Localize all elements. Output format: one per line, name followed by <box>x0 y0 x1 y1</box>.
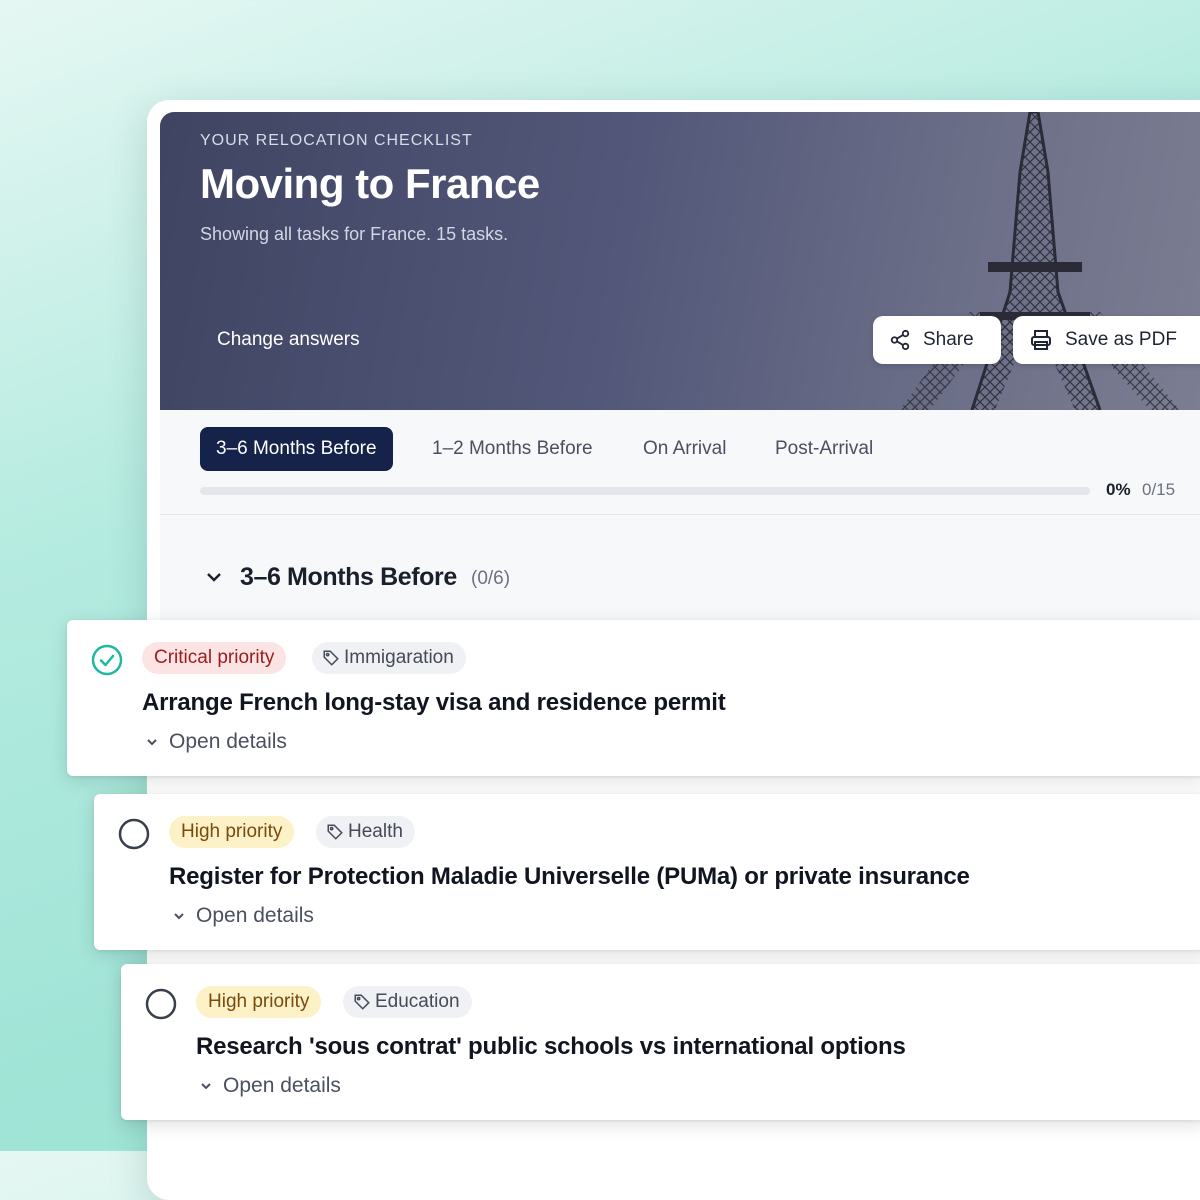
priority-badge: High priority <box>169 816 295 848</box>
chevron-down-icon <box>174 913 184 920</box>
open-details-button[interactable]: Open details <box>199 1074 341 1098</box>
progress-percent: 0% <box>1106 480 1131 499</box>
share-label: Share <box>923 329 974 350</box>
tab-3-6-months[interactable]: 3–6 Months Before <box>200 427 393 471</box>
section-title: 3–6 Months Before <box>240 563 457 591</box>
change-answers-link[interactable]: Change answers <box>217 329 360 351</box>
open-details-label: Open details <box>196 904 314 927</box>
page-title: Moving to France <box>200 160 540 207</box>
category-label: Education <box>375 991 460 1012</box>
hero-banner: YOUR RELOCATION CHECKLIST Moving to Fran… <box>160 112 1200 410</box>
printer-icon <box>1031 330 1051 350</box>
task-title: Arrange French long-stay visa and reside… <box>142 689 726 716</box>
open-details-label: Open details <box>169 730 287 753</box>
chevron-down-icon <box>201 1083 211 1090</box>
category-tag: Health <box>316 816 415 848</box>
tab-bar: 3–6 Months Before 1–2 Months Before On A… <box>160 410 1200 515</box>
category-label: Immigaration <box>344 647 454 668</box>
task-card: High priority Health Register for Protec… <box>94 794 1200 950</box>
priority-badge: High priority <box>196 986 322 1018</box>
category-label: Health <box>348 821 403 842</box>
task-card: Critical priority Immigaration Arrange F… <box>67 620 1200 776</box>
category-tag: Immigaration <box>312 642 466 674</box>
save-pdf-label: Save as PDF <box>1065 329 1177 350</box>
check-circle-icon[interactable] <box>91 644 123 676</box>
share-button[interactable]: Share <box>873 316 1001 364</box>
open-details-button[interactable]: Open details <box>145 730 287 754</box>
open-details-label: Open details <box>223 1074 341 1097</box>
share-icon <box>890 329 910 351</box>
section-count: (0/6) <box>471 568 511 589</box>
eiffel-tower-image <box>900 112 1180 410</box>
priority-badge: Critical priority <box>142 642 287 674</box>
progress-bar <box>200 487 1090 495</box>
progress-count: 0/15 <box>1142 480 1176 499</box>
tag-icon <box>323 650 339 666</box>
tag-icon <box>354 994 370 1010</box>
tab-1-2-months[interactable]: 1–2 Months Before <box>432 427 593 471</box>
task-title: Register for Protection Maladie Universe… <box>169 863 970 890</box>
checklist-eyebrow: YOUR RELOCATION CHECKLIST <box>200 132 473 149</box>
task-card: High priority Education Research 'sous c… <box>121 964 1200 1120</box>
tag-icon <box>327 824 343 840</box>
unchecked-circle-icon[interactable] <box>118 818 150 850</box>
open-details-button[interactable]: Open details <box>172 904 314 928</box>
chevron-down-icon <box>147 739 157 746</box>
page-subtitle: Showing all tasks for France. 15 tasks. <box>200 224 509 244</box>
save-pdf-button[interactable]: Save as PDF <box>1013 316 1200 364</box>
unchecked-circle-icon[interactable] <box>145 988 177 1020</box>
category-tag: Education <box>343 986 472 1018</box>
section-header[interactable]: 3–6 Months Before (0/6) <box>160 515 1200 620</box>
task-title: Research 'sous contrat' public schools v… <box>196 1033 906 1060</box>
tab-post-arrival[interactable]: Post-Arrival <box>775 427 873 471</box>
chevron-down-icon[interactable] <box>204 567 224 587</box>
tab-on-arrival[interactable]: On Arrival <box>643 427 726 471</box>
